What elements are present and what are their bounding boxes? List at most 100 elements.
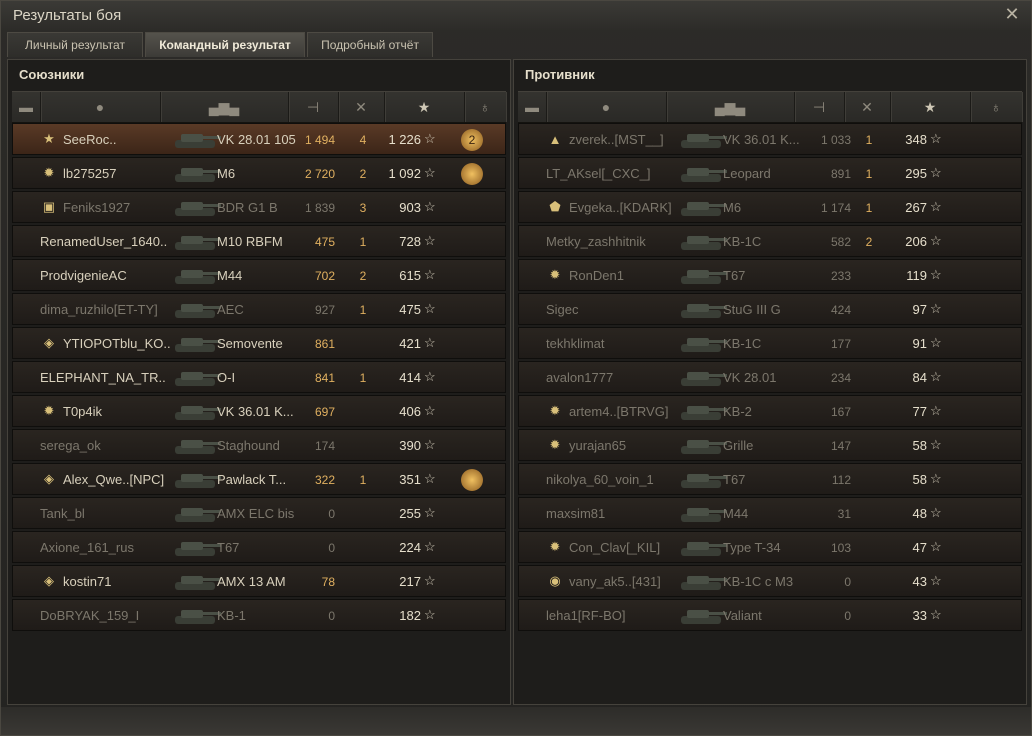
tank-icon bbox=[675, 228, 729, 254]
tab-personal-result[interactable]: Личный результат bbox=[7, 32, 143, 57]
table-row[interactable]: maxsim81 M44 31 48 ☆ bbox=[518, 497, 1022, 529]
title-bar[interactable]: Результаты боя ✕ bbox=[1, 1, 1031, 31]
table-row[interactable]: ▣ Feniks1927 BDR G1 B 1 839 3 903 ☆ bbox=[12, 191, 506, 223]
medal-column-icon[interactable]: ♁ bbox=[970, 92, 1022, 122]
player-name: artem4..[BTRVG] bbox=[569, 404, 669, 419]
tank-icon bbox=[169, 432, 223, 458]
xp-column-icon[interactable]: ★ bbox=[384, 92, 465, 122]
table-row[interactable]: nikolya_60_voin_1 T67 112 58 ☆ bbox=[518, 463, 1022, 495]
clan-badge-icon: ◉ bbox=[549, 573, 561, 588]
xp-value: 77 bbox=[912, 404, 927, 419]
xp-star-icon: ☆ bbox=[930, 437, 942, 452]
medal-icon[interactable] bbox=[461, 163, 483, 185]
table-row[interactable]: dima_ruzhilo[ET-TY] AEC 927 1 475 ☆ bbox=[12, 293, 506, 325]
table-row[interactable]: Tank_bl AMX ELC bis 0 255 ☆ bbox=[12, 497, 506, 529]
damage-column-icon[interactable]: ⊣ bbox=[288, 92, 339, 122]
table-row[interactable]: Axione_161_rus T67 0 224 ☆ bbox=[12, 531, 506, 563]
damage-value: 702 bbox=[314, 269, 335, 283]
table-row[interactable]: ⬟ Evgeka..[KDARK] M6 1 174 1 267 ☆ bbox=[518, 191, 1022, 223]
clan-badge-icon: ⬟ bbox=[549, 199, 561, 214]
damage-value: 841 bbox=[314, 371, 335, 385]
tank-icon bbox=[675, 534, 729, 560]
table-row[interactable]: serega_ok Staghound 174 390 ☆ bbox=[12, 429, 506, 461]
player-name: dima_ruzhilo[ET-TY] bbox=[40, 302, 158, 317]
table-row[interactable]: ◈ Alex_Qwe..[NPC] Pawlack T... 322 1 351 ☆ bbox=[12, 463, 506, 495]
table-row[interactable]: ✹ yurajan65 Grille 147 58 ☆ bbox=[518, 429, 1022, 461]
table-row[interactable]: ✹ Con_Clav[_KIL] Type T-34 103 47 ☆ bbox=[518, 531, 1022, 563]
tank-column-icon[interactable]: ▄▆▄ bbox=[160, 92, 289, 122]
kills-value: 1 bbox=[865, 201, 873, 215]
clan-badge-icon: ▲ bbox=[548, 131, 562, 147]
table-row[interactable]: ✹ RonDen1 T67 233 119 ☆ bbox=[518, 259, 1022, 291]
xp-star-icon: ☆ bbox=[424, 165, 436, 180]
xp-star-icon: ☆ bbox=[930, 199, 942, 214]
player-column-icon[interactable]: ● bbox=[40, 92, 161, 122]
close-icon[interactable]: ✕ bbox=[1003, 5, 1021, 23]
damage-value: 582 bbox=[830, 235, 851, 249]
table-row[interactable]: leha1[RF-BO] Valiant 0 33 ☆ bbox=[518, 599, 1022, 631]
tank-name: M44 bbox=[723, 506, 749, 521]
table-row[interactable]: RenamedUser_1640.. M10 RBFM 475 1 728 ☆ bbox=[12, 225, 506, 257]
player-name: DoBRYAK_159_I bbox=[40, 608, 140, 623]
player-name: kostin71 bbox=[63, 574, 112, 589]
table-row[interactable]: ◉ vany_ak5..[431] KB-1C c M3 0 43 ☆ bbox=[518, 565, 1022, 597]
table-row[interactable]: ✹ artem4..[BTRVG] KB-2 167 77 ☆ bbox=[518, 395, 1022, 427]
table-row[interactable]: ✹ lb275257 M6 2 720 2 1 092 ☆ bbox=[12, 157, 506, 189]
tank-icon bbox=[169, 160, 223, 186]
player-column-icon[interactable]: ● bbox=[546, 92, 667, 122]
damage-column-icon[interactable]: ⊣ bbox=[794, 92, 845, 122]
xp-star-icon: ☆ bbox=[930, 607, 942, 622]
tab-team-result[interactable]: Командный результат bbox=[145, 32, 305, 57]
player-name: zverek..[MST__] bbox=[569, 132, 664, 147]
table-row[interactable]: DoBRYAK_159_I KB-1 0 182 ☆ bbox=[12, 599, 506, 631]
table-row[interactable]: ✹ T0p4ik VK 36.01 K... 697 406 ☆ bbox=[12, 395, 506, 427]
kills-value: 1 bbox=[865, 167, 873, 181]
tank-name: KB-1C c M3 bbox=[723, 574, 794, 589]
kills-column-icon[interactable]: ✕ bbox=[338, 92, 385, 122]
table-row[interactable]: tekhklimat KB-1C 177 91 ☆ bbox=[518, 327, 1022, 359]
enemies-panel: Противник ▬ ● ▄▆▄ ⊣ ✕ ★ ♁ ▲ zverek..[MST_… bbox=[513, 59, 1027, 705]
tank-icon bbox=[675, 398, 729, 424]
xp-value: 43 bbox=[912, 574, 927, 589]
player-name: LT_AKsel[_CXC_] bbox=[546, 166, 651, 181]
squad-column-icon[interactable]: ▬ bbox=[12, 92, 41, 122]
damage-value: 1 174 bbox=[820, 201, 851, 215]
damage-value: 177 bbox=[830, 337, 851, 351]
xp-value: 351 bbox=[399, 472, 421, 487]
table-row[interactable]: LT_AKsel[_CXC_] Leopard 891 1 295 ☆ bbox=[518, 157, 1022, 189]
tab-detailed-report[interactable]: Подробный отчёт bbox=[307, 32, 433, 57]
tank-name: T67 bbox=[723, 472, 746, 487]
tank-column-icon[interactable]: ▄▆▄ bbox=[666, 92, 795, 122]
xp-column-icon[interactable]: ★ bbox=[890, 92, 971, 122]
clan-badge-icon: ◈ bbox=[44, 471, 54, 486]
medal-icon[interactable]: 2 bbox=[461, 129, 483, 151]
xp-star-icon: ☆ bbox=[930, 233, 942, 248]
squad-column-icon[interactable]: ▬ bbox=[518, 92, 547, 122]
kills-value: 1 bbox=[359, 371, 367, 385]
tank-name: StuG III G bbox=[723, 302, 781, 317]
medal-icon[interactable] bbox=[461, 469, 483, 491]
kills-column-icon[interactable]: ✕ bbox=[844, 92, 891, 122]
kills-value: 4 bbox=[359, 133, 367, 147]
table-row[interactable]: ◈ kostin71 AMX 13 AM 78 217 ☆ bbox=[12, 565, 506, 597]
table-row[interactable]: Metky_zashhitnik KB-1C 582 2 206 ☆ bbox=[518, 225, 1022, 257]
xp-star-icon: ☆ bbox=[930, 403, 942, 418]
clan-badge-icon: ✹ bbox=[549, 539, 561, 554]
table-row[interactable]: ELEPHANT_NA_TR.. O-I 841 1 414 ☆ bbox=[12, 361, 506, 393]
xp-value: 414 bbox=[399, 370, 421, 385]
player-name: maxsim81 bbox=[546, 506, 606, 521]
player-name: YTIOPOTblu_KO.. bbox=[63, 336, 171, 351]
table-row[interactable]: ◈ YTIOPOTblu_KO.. Semovente 861 421 ☆ bbox=[12, 327, 506, 359]
table-row[interactable]: ProdvigenieAC M44 702 2 615 ☆ bbox=[12, 259, 506, 291]
table-row[interactable]: ▲ zverek..[MST__] VK 36.01 K... 1 033 1 348 ☆ bbox=[518, 123, 1022, 155]
table-row[interactable]: Sigec StuG III G 424 97 ☆ bbox=[518, 293, 1022, 325]
tank-icon bbox=[675, 568, 729, 594]
tank-name: Pawlack T... bbox=[217, 472, 287, 487]
tank-name: T67 bbox=[217, 540, 240, 555]
tank-icon bbox=[169, 602, 223, 628]
tank-name: Type T-34 bbox=[723, 540, 781, 555]
table-row[interactable]: ★ SeeRoc.. VK 28.01 105 1 494 4 1 226 ☆ 2 bbox=[12, 123, 506, 155]
medal-column-icon[interactable]: ♁ bbox=[464, 92, 506, 122]
kills-value: 1 bbox=[359, 473, 367, 487]
table-row[interactable]: avalon1777 VK 28.01 234 84 ☆ bbox=[518, 361, 1022, 393]
